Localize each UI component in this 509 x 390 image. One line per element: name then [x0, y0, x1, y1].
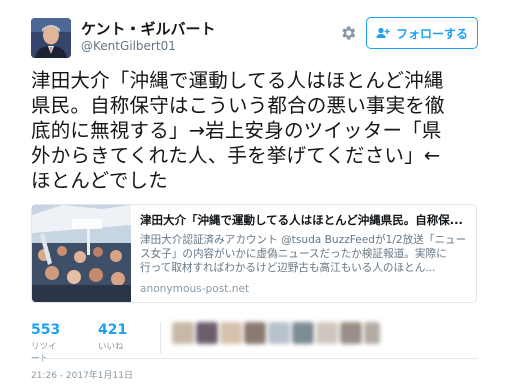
avatar[interactable]	[292, 322, 314, 344]
like-label: いいね	[98, 342, 124, 352]
avatar[interactable]	[364, 322, 380, 344]
tweet-line: 底的に無視する」→岩上安身のツイッター「県	[31, 119, 442, 142]
user-handle[interactable]: @KentGilbert01	[81, 39, 176, 53]
tweet-line: 県民。自称保守はこういう都合の悪い事実を徹	[31, 94, 445, 117]
link-card[interactable]: 津田大介「沖縄で運動してる人はほとんど沖縄県民。自称保... 津田大介認証済みア…	[31, 204, 477, 303]
retweet-count: 553	[31, 322, 61, 338]
like-count: 421	[98, 322, 128, 338]
liker-avatars[interactable]	[172, 320, 382, 350]
tweet-line: 津田大介「沖縄で運動してる人はほとんど沖縄	[31, 69, 444, 92]
avatar[interactable]	[340, 322, 362, 344]
avatar[interactable]	[172, 322, 194, 344]
card-title[interactable]: 津田大介「沖縄で運動してる人はほとんど沖縄県民。自称保...	[140, 212, 470, 228]
follow-button-label: フォローする	[395, 26, 468, 41]
avatar[interactable]	[31, 18, 71, 58]
stats-divider	[160, 322, 161, 354]
avatar[interactable]	[244, 322, 266, 344]
add-user-icon	[376, 27, 390, 38]
card-thumbnail	[32, 205, 131, 302]
card-body: 津田大介「沖縄で運動してる人はほとんど沖縄県民。自称保... 津田大介認証済みア…	[140, 212, 470, 295]
retweet-label: リツイート	[31, 342, 57, 364]
like-stat[interactable]: 421 いいね	[98, 322, 127, 352]
avatar[interactable]	[268, 322, 290, 344]
card-description-line: 津田大介認証済みアカウント @tsuda BuzzFeedが1/2放送「ニュー	[140, 234, 467, 246]
divider	[31, 358, 478, 359]
card-description-line: 行って取材すればわかるけど辺野古も高江もいる人のほとん...	[140, 262, 436, 274]
card-domain: anonymous-post.net	[140, 283, 250, 295]
user-name[interactable]: ケント・ギルバート	[81, 18, 216, 39]
avatar[interactable]	[220, 322, 242, 344]
tweet-timestamp[interactable]: 21:26 - 2017年1月11日	[31, 368, 133, 381]
tweet-line: ほとんどでした	[31, 169, 168, 192]
avatar[interactable]	[316, 322, 338, 344]
tweet-line: 外からきてくれた人、手を挙げてください」←	[31, 144, 441, 167]
gear-icon[interactable]	[339, 24, 357, 42]
follow-button[interactable]: フォローする	[366, 17, 478, 49]
tweet-header: ケント・ギルバート @KentGilbert01 フォローする	[0, 0, 509, 62]
card-description-line: ス女子」の内容がいかに虚偽ニュースだったか検証報道。実際に	[140, 248, 447, 260]
tweet-text: 津田大介「沖縄で運動してる人はほとんど沖縄 県民。自称保守はこういう都合の悪い事…	[31, 68, 491, 193]
card-description: 津田大介認証済みアカウント @tsuda BuzzFeedが1/2放送「ニュー …	[140, 233, 470, 275]
avatar[interactable]	[196, 322, 218, 344]
